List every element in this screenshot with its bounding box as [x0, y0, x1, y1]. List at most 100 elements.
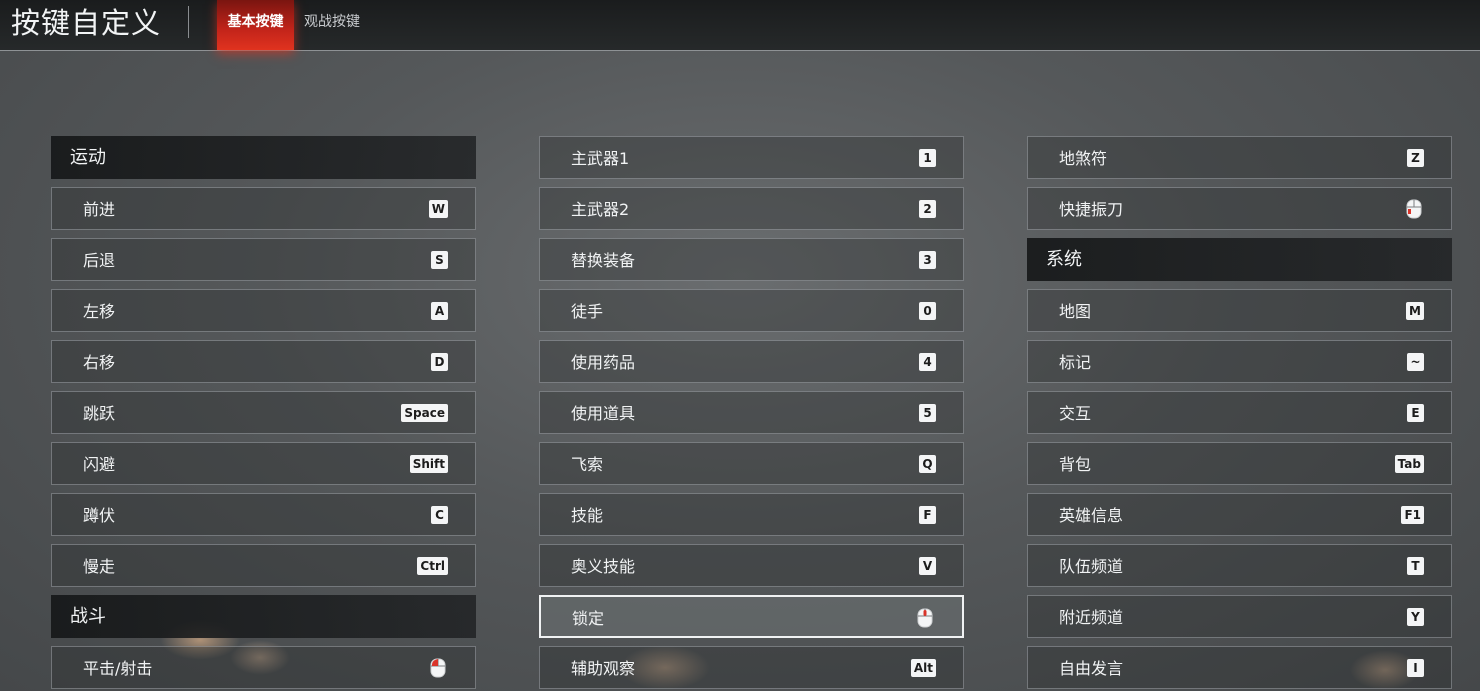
section-title: 运动 [70, 147, 106, 168]
action-label: 主武器2 [571, 200, 630, 219]
key-badge[interactable]: I [1407, 659, 1424, 677]
title-divider [188, 6, 189, 38]
mouse-left-icon[interactable] [430, 658, 446, 678]
action-label: 蹲伏 [83, 506, 116, 525]
key-badge[interactable]: 4 [919, 353, 936, 371]
action-label: 右移 [83, 353, 116, 372]
key-badge[interactable]: A [431, 302, 448, 320]
key-badge[interactable]: Q [919, 455, 936, 473]
action-label: 标记 [1059, 353, 1092, 372]
key-badge[interactable]: ~ [1407, 353, 1424, 371]
keybind-row[interactable]: 地煞符 Z [1027, 136, 1452, 179]
keybind-row[interactable]: 地图 M [1027, 289, 1452, 332]
key-badge[interactable]: 3 [919, 251, 936, 269]
action-label: 主武器1 [571, 149, 630, 168]
key-badge[interactable]: F1 [1401, 506, 1424, 524]
top-bar: 按键自定义 基本按键 观战按键 [0, 0, 1480, 51]
key-badge[interactable]: Tab [1394, 455, 1424, 473]
action-label: 闪避 [83, 455, 116, 474]
keybind-row[interactable]: 队伍频道 T [1027, 544, 1452, 587]
mouse-side-icon[interactable] [1406, 199, 1422, 219]
action-label: 左移 [83, 302, 116, 321]
mouse-middle-icon[interactable] [917, 608, 933, 628]
action-label: 交互 [1059, 404, 1092, 423]
keybind-row[interactable]: 飞索 Q [539, 442, 964, 485]
keybind-row[interactable]: 奥义技能 V [539, 544, 964, 587]
keybind-row[interactable]: 跳跃 Space [51, 391, 476, 434]
key-badge[interactable]: M [1406, 302, 1424, 320]
action-label: 地图 [1059, 302, 1092, 321]
action-label: 后退 [83, 251, 116, 270]
keybind-row[interactable]: 使用药品 4 [539, 340, 964, 383]
key-badge[interactable]: V [919, 557, 936, 575]
key-badge[interactable]: 2 [919, 200, 936, 218]
action-label: 跳跃 [83, 404, 116, 423]
action-label: 附近频道 [1059, 608, 1124, 627]
action-label: 替换装备 [571, 251, 636, 270]
keybind-row[interactable]: 使用道具 5 [539, 391, 964, 434]
keybind-row[interactable]: 平击/射击 [51, 646, 476, 689]
action-label: 徒手 [571, 302, 604, 321]
key-badge[interactable]: D [431, 353, 448, 371]
key-badge[interactable]: S [431, 251, 448, 269]
keybind-row[interactable]: 左移 A [51, 289, 476, 332]
key-badge[interactable]: T [1407, 557, 1424, 575]
keybind-row[interactable]: 闪避 Shift [51, 442, 476, 485]
keybind-row[interactable]: 技能 F [539, 493, 964, 536]
key-badge[interactable]: Shift [409, 455, 448, 473]
key-badge[interactable]: 0 [919, 302, 936, 320]
keybind-row[interactable]: 替换装备 3 [539, 238, 964, 281]
tab-basic-keys[interactable]: 基本按键 [217, 0, 294, 50]
keybind-row[interactable]: 锁定 [539, 595, 964, 638]
key-badge[interactable]: W [428, 200, 448, 218]
keybind-row[interactable]: 英雄信息 F1 [1027, 493, 1452, 536]
action-label: 飞索 [571, 455, 604, 474]
key-badge[interactable]: E [1407, 404, 1424, 422]
key-badge[interactable]: C [431, 506, 448, 524]
keybind-row[interactable]: 右移 D [51, 340, 476, 383]
action-label: 平击/射击 [83, 659, 153, 678]
action-label: 英雄信息 [1059, 506, 1124, 525]
key-badge[interactable]: Alt [910, 659, 936, 677]
section-title: 系统 [1046, 249, 1082, 270]
section-title: 战斗 [70, 606, 106, 627]
keybind-row[interactable]: 蹲伏 C [51, 493, 476, 536]
keybind-row[interactable]: 后退 S [51, 238, 476, 281]
keybind-row[interactable]: 前进 W [51, 187, 476, 230]
action-label: 辅助观察 [571, 659, 636, 678]
keybind-row[interactable]: 主武器1 1 [539, 136, 964, 179]
keybind-row[interactable]: 自由发言 I [1027, 646, 1452, 689]
keybind-row[interactable]: 主武器2 2 [539, 187, 964, 230]
action-label: 地煞符 [1059, 149, 1108, 168]
action-label: 前进 [83, 200, 116, 219]
keybind-row[interactable]: 交互 E [1027, 391, 1452, 434]
key-badge[interactable]: Space [401, 404, 448, 422]
action-label: 锁定 [572, 609, 605, 628]
action-label: 队伍频道 [1059, 557, 1124, 576]
key-badge[interactable]: Z [1407, 149, 1424, 167]
action-label: 快捷振刀 [1059, 200, 1124, 219]
page-title: 按键自定义 [11, 6, 162, 40]
section-header: 战斗 [51, 595, 476, 638]
action-label: 奥义技能 [571, 557, 636, 576]
keybind-row[interactable]: 快捷振刀 [1027, 187, 1452, 230]
key-badge[interactable]: Ctrl [417, 557, 448, 575]
keybind-row[interactable]: 标记 ~ [1027, 340, 1452, 383]
keybind-row[interactable]: 背包 Tab [1027, 442, 1452, 485]
action-label: 技能 [571, 506, 604, 525]
tab-spectator-keys[interactable]: 观战按键 [296, 0, 368, 50]
keybind-row[interactable]: 慢走 Ctrl [51, 544, 476, 587]
section-header: 运动 [51, 136, 476, 179]
action-label: 背包 [1059, 455, 1092, 474]
keybind-row[interactable]: 附近频道 Y [1027, 595, 1452, 638]
key-badge[interactable]: 1 [919, 149, 936, 167]
section-header: 系统 [1027, 238, 1452, 281]
key-badge[interactable]: 5 [919, 404, 936, 422]
key-badge[interactable]: Y [1407, 608, 1424, 626]
key-badge[interactable]: F [919, 506, 936, 524]
keybind-row[interactable]: 徒手 0 [539, 289, 964, 332]
keybind-row[interactable]: 辅助观察 Alt [539, 646, 964, 689]
action-label: 慢走 [83, 557, 116, 576]
action-label: 使用道具 [571, 404, 636, 423]
action-label: 自由发言 [1059, 659, 1124, 678]
